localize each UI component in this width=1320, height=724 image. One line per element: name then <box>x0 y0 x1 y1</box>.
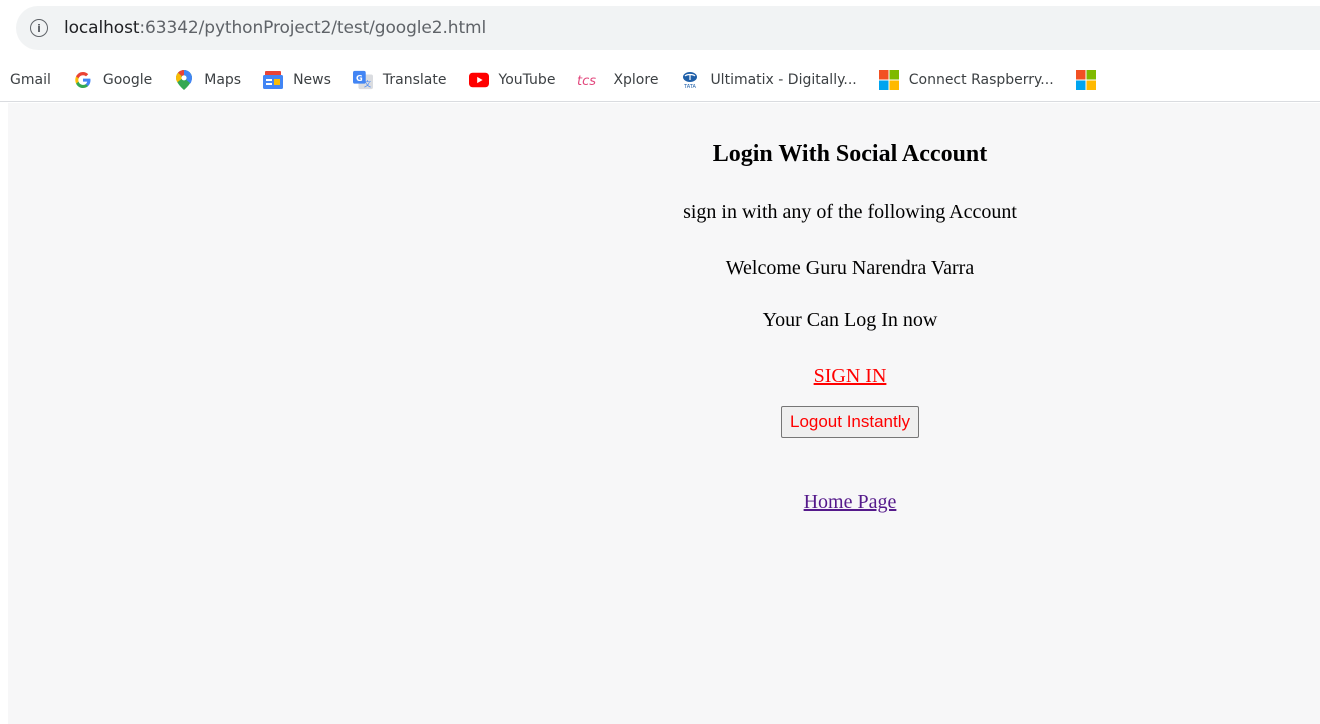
bookmark-connect-raspberry[interactable]: Connect Raspberry... <box>878 69 1054 90</box>
logout-button[interactable]: Logout Instantly <box>780 406 920 438</box>
svg-text:TATA: TATA <box>684 84 697 89</box>
bookmark-label: Connect Raspberry... <box>908 71 1054 88</box>
url-text[interactable]: localhost:63342/pythonProject2/test/goog… <box>64 18 486 38</box>
tcs-icon: tcs <box>577 70 603 90</box>
bookmark-ultimatix[interactable]: TATA Ultimatix - Digitally... <box>680 70 857 90</box>
bookmark-gmail[interactable]: Gmail <box>10 72 51 88</box>
sign-in-link[interactable]: SIGN IN <box>814 364 887 388</box>
address-bar[interactable]: i localhost:63342/pythonProject2/test/go… <box>16 6 1320 50</box>
subtitle-text: sign in with any of the following Accoun… <box>683 201 1017 223</box>
svg-text:文: 文 <box>364 79 372 88</box>
status-text: Your Can Log In now <box>762 309 938 331</box>
microsoft-icon <box>1075 69 1096 90</box>
login-content: Login With Social Account sign in with a… <box>8 103 1320 514</box>
bookmark-youtube[interactable]: YouTube <box>468 70 556 90</box>
bookmark-translate[interactable]: G 文 Translate <box>352 70 447 90</box>
bookmark-label: Gmail <box>10 71 51 88</box>
translate-icon: G 文 <box>352 70 373 90</box>
bookmark-label: Translate <box>382 71 447 88</box>
home-page-link[interactable]: Home Page <box>804 490 897 514</box>
bookmark-google[interactable]: Google <box>73 70 152 90</box>
maps-icon <box>174 69 194 90</box>
bookmark-label: Xplore <box>613 71 659 88</box>
svg-text:G: G <box>356 72 363 82</box>
welcome-text: Welcome Guru Narendra Varra <box>725 257 975 279</box>
bookmark-label: News <box>293 71 331 88</box>
bookmark-label: Ultimatix - Digitally... <box>710 71 857 88</box>
youtube-icon <box>468 70 489 90</box>
bookmark-label: Google <box>102 71 153 88</box>
logout-wrap: Logout Instantly <box>380 406 1320 438</box>
tata-icon: TATA <box>680 70 700 90</box>
bookmark-maps[interactable]: Maps <box>174 69 242 90</box>
page-title: Login With Social Account <box>712 141 988 167</box>
page-body: Login With Social Account sign in with a… <box>8 103 1320 724</box>
svg-text:tcs: tcs <box>577 74 596 87</box>
bookmark-label: Maps <box>204 71 242 88</box>
google-icon <box>73 70 93 90</box>
bookmark-truncated[interactable] <box>1075 69 1106 90</box>
microsoft-icon <box>878 69 899 90</box>
bookmark-label: YouTube <box>498 71 556 88</box>
info-icon[interactable]: i <box>30 19 48 37</box>
bookmark-xplore[interactable]: tcs Xplore <box>577 70 658 90</box>
bookmarks-bar: Gmail Google Maps News G 文 Translate You… <box>0 58 1320 102</box>
news-icon <box>263 70 284 90</box>
bookmark-news[interactable]: News <box>263 70 331 90</box>
